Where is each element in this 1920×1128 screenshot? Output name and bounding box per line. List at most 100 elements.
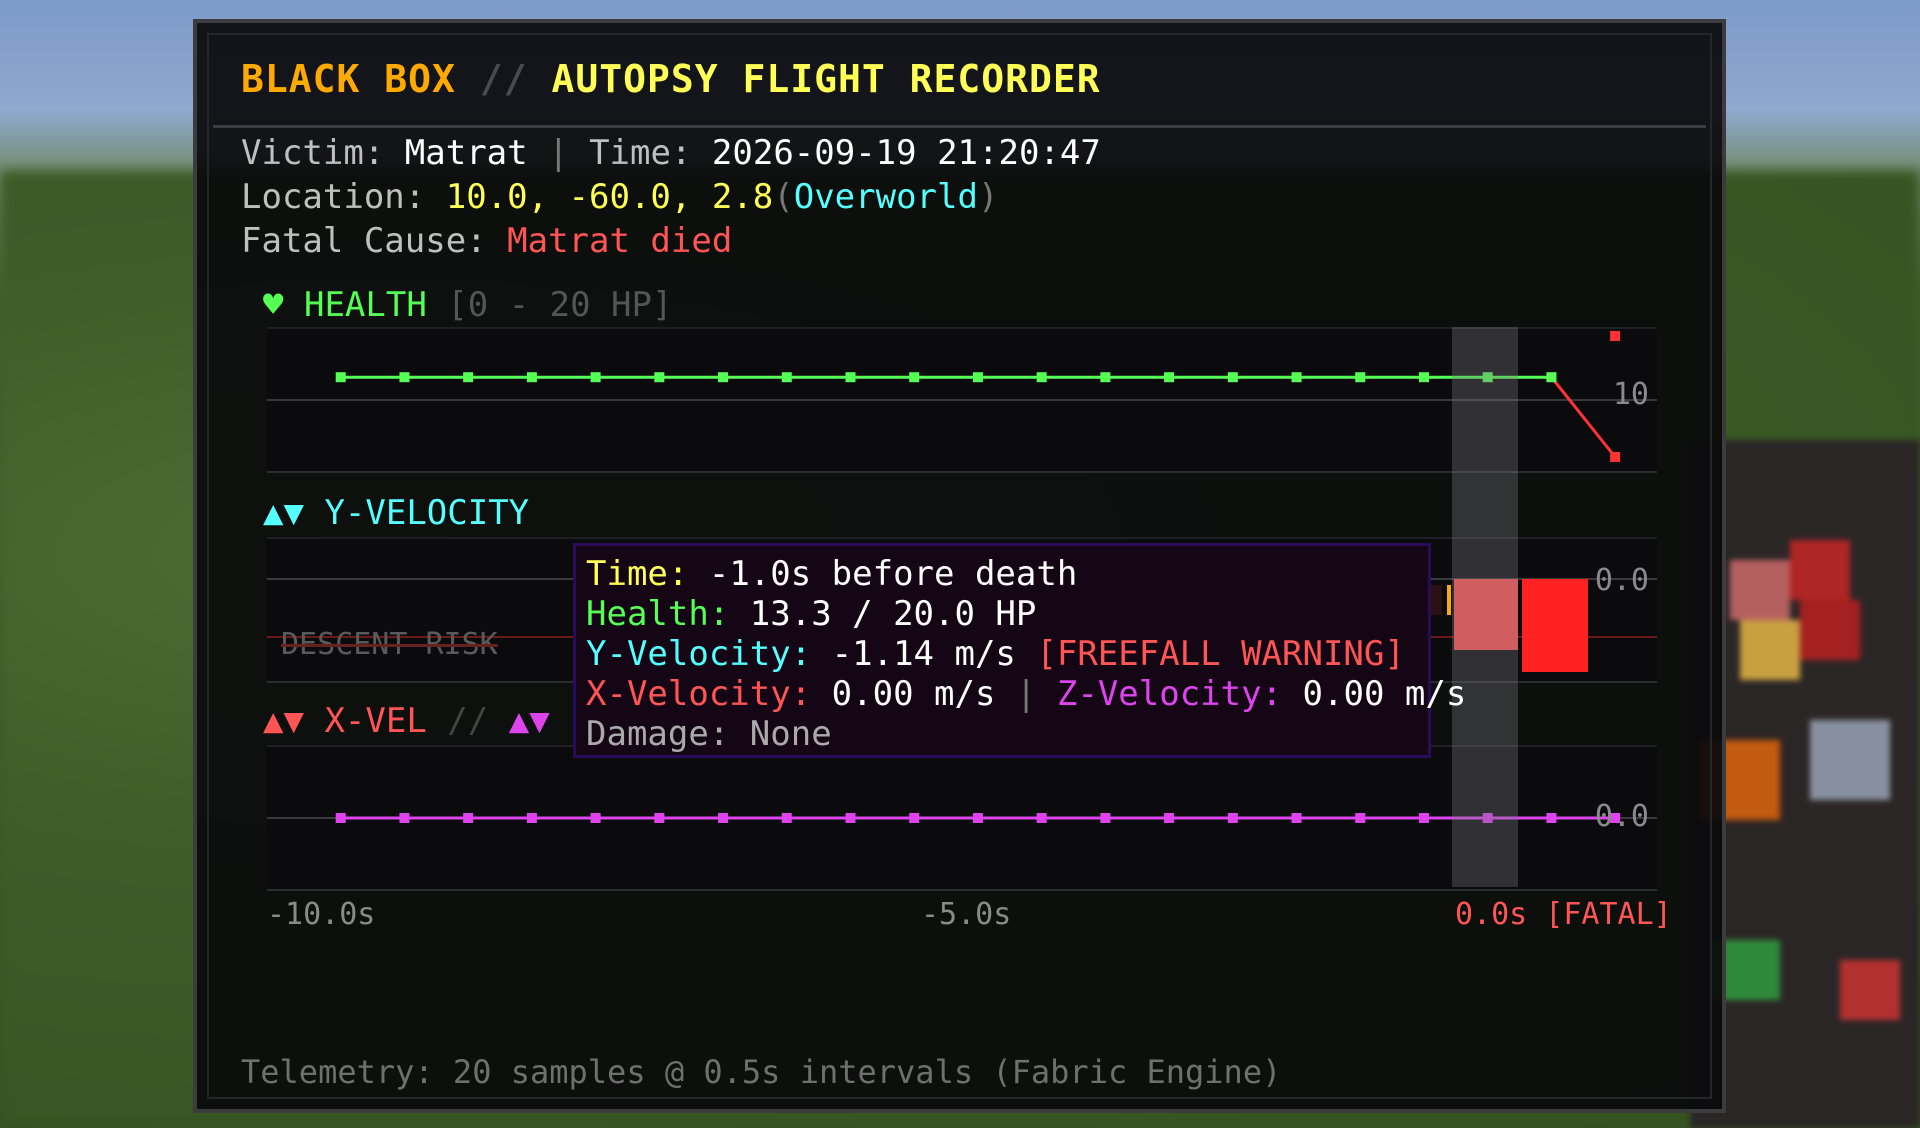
tooltip-time-row: Time: -1.0s before death: [586, 554, 1418, 594]
time-axis-left: -10.0s: [267, 897, 376, 932]
xz-separator: //: [447, 701, 489, 741]
tooltip-xvel: 0.00 m/s: [831, 674, 996, 714]
health-max-marker: [1610, 331, 1621, 341]
health-tick-label: 10: [1612, 377, 1649, 412]
health-segment: [1550, 376, 1617, 458]
tooltip-health-row: Health: 13.3 / 20.0 HP: [586, 594, 1418, 634]
health-point: [1546, 372, 1557, 383]
health-point: [1164, 372, 1175, 383]
zvel-point: [399, 813, 410, 823]
yvel-bar: [1522, 579, 1588, 672]
yvel-zero-label: 0.0: [1594, 563, 1649, 598]
health-point: [1036, 372, 1047, 383]
zvel-point: [1546, 813, 1557, 823]
xzvel-zero-label: 0.0: [1594, 799, 1649, 834]
zvel-point: [1036, 813, 1047, 823]
health-point: [399, 372, 410, 383]
tooltip-yvel: -1.14 m/s: [831, 634, 1016, 674]
tooltip-damage-label: Damage:: [586, 714, 730, 754]
up-down-arrows-icon: ▲▼: [508, 701, 550, 741]
tooltip-time: -1.0s before death: [708, 554, 1078, 594]
health-header: ♥ HEALTH [0 - 20 HP]: [263, 285, 672, 325]
paren-close: ): [977, 177, 999, 217]
victim-label: Victim:: [241, 133, 385, 173]
paren-open: (: [773, 177, 794, 217]
health-point: [909, 372, 920, 383]
panel-title: BLACK BOX // AUTOPSY FLIGHT RECORDER: [241, 57, 1101, 101]
zvel-point: [1355, 813, 1366, 823]
health-point: [526, 372, 537, 383]
health-plot: [267, 331, 1657, 462]
health-point: [718, 372, 729, 383]
yvel-label: Y-VELOCITY: [324, 493, 530, 533]
subtitle: AUTOPSY FLIGHT RECORDER: [551, 57, 1101, 101]
zvel-point: [1164, 813, 1175, 823]
tooltip-xvel-label: X-Velocity:: [586, 674, 812, 714]
time-label: Time:: [589, 133, 692, 173]
health-point: [654, 372, 665, 383]
telemetry-footer: Telemetry: 20 samples @ 0.5s intervals (…: [241, 1053, 1282, 1091]
zvel-point: [463, 813, 474, 823]
yvel-header: ▲▼ Y-VELOCITY: [263, 493, 529, 533]
location-coords: 10.0, -60.0, 2.8: [445, 177, 774, 217]
health-point: [463, 372, 474, 383]
tooltip-health: 13.3 / 20.0 HP: [749, 594, 1037, 634]
dimension: Overworld: [793, 177, 978, 217]
health-point: [781, 372, 792, 383]
victim-line: Victim: Matrat | Time: 2026-09-19 21:20:…: [241, 133, 1101, 173]
cause-label: Fatal Cause:: [241, 221, 487, 261]
xzvel-plot: [267, 813, 1657, 823]
zvel-point: [590, 813, 601, 823]
tooltip-yvel-row: Y-Velocity: -1.14 m/s [FREEFALL WARNING]: [586, 634, 1418, 674]
tooltip-separator: |: [1015, 674, 1037, 714]
health-point: [972, 372, 983, 383]
hover-tooltip: Time: -1.0s before death Health: 13.3 / …: [573, 543, 1466, 758]
victim-name: Matrat: [404, 133, 528, 173]
brand-title: BLACK BOX: [241, 57, 456, 101]
zvel-point: [909, 813, 920, 823]
title-divider: [213, 125, 1706, 128]
health-label: HEALTH: [303, 285, 427, 325]
tooltip-health-label: Health:: [586, 594, 730, 634]
tooltip-time-label: Time:: [586, 554, 689, 594]
health-point: [1100, 372, 1111, 383]
health-point: [335, 372, 346, 383]
location-label: Location:: [241, 177, 426, 217]
time-axis-mid: -5.0s: [921, 897, 1012, 932]
tooltip-xz-row: X-Velocity: 0.00 m/s | Z-Velocity: 0.00 …: [586, 674, 1466, 714]
health-point: [1418, 372, 1429, 383]
zvel-point: [845, 813, 856, 823]
yvel-marker: [1447, 585, 1451, 615]
health-point: [1610, 452, 1621, 462]
health-point: [1355, 372, 1366, 383]
heart-icon: ♥: [263, 285, 284, 325]
death-time: 2026-09-19 21:20:47: [711, 133, 1101, 173]
descent-risk-label: DESCENT RISK: [281, 627, 498, 662]
health-point: [1227, 372, 1238, 383]
info-separator: |: [548, 133, 569, 173]
up-down-arrows-icon: ▲▼: [263, 493, 304, 533]
zvel-point: [654, 813, 665, 823]
health-point: [1291, 372, 1302, 383]
location-line: Location: 10.0, -60.0, 2.8(Overworld): [241, 177, 998, 217]
zvel-point: [972, 813, 983, 823]
up-down-arrows-icon: ▲▼: [263, 701, 304, 741]
health-point: [845, 372, 856, 383]
zvel-point: [1291, 813, 1302, 823]
tooltip-zvel: 0.00 m/s: [1302, 674, 1467, 714]
fatal-cause: Matrat died: [507, 221, 733, 261]
time-axis-fatal: 0.0s [FATAL]: [1455, 897, 1672, 932]
xzvel-graph[interactable]: 0.0: [267, 745, 1657, 891]
zvel-point: [718, 813, 729, 823]
tooltip-yvel-label: Y-Velocity:: [586, 634, 812, 674]
xvel-label: X-VEL: [324, 701, 427, 741]
zvel-point: [335, 813, 346, 823]
tooltip-zvel-label: Z-Velocity:: [1056, 674, 1283, 714]
health-graph[interactable]: 10: [267, 327, 1657, 473]
zvel-point: [1418, 813, 1429, 823]
cause-line: Fatal Cause: Matrat died: [241, 221, 732, 261]
health-point: [590, 372, 601, 383]
zvel-point: [781, 813, 792, 823]
zvel-point: [1227, 813, 1238, 823]
zvel-point: [526, 813, 537, 823]
